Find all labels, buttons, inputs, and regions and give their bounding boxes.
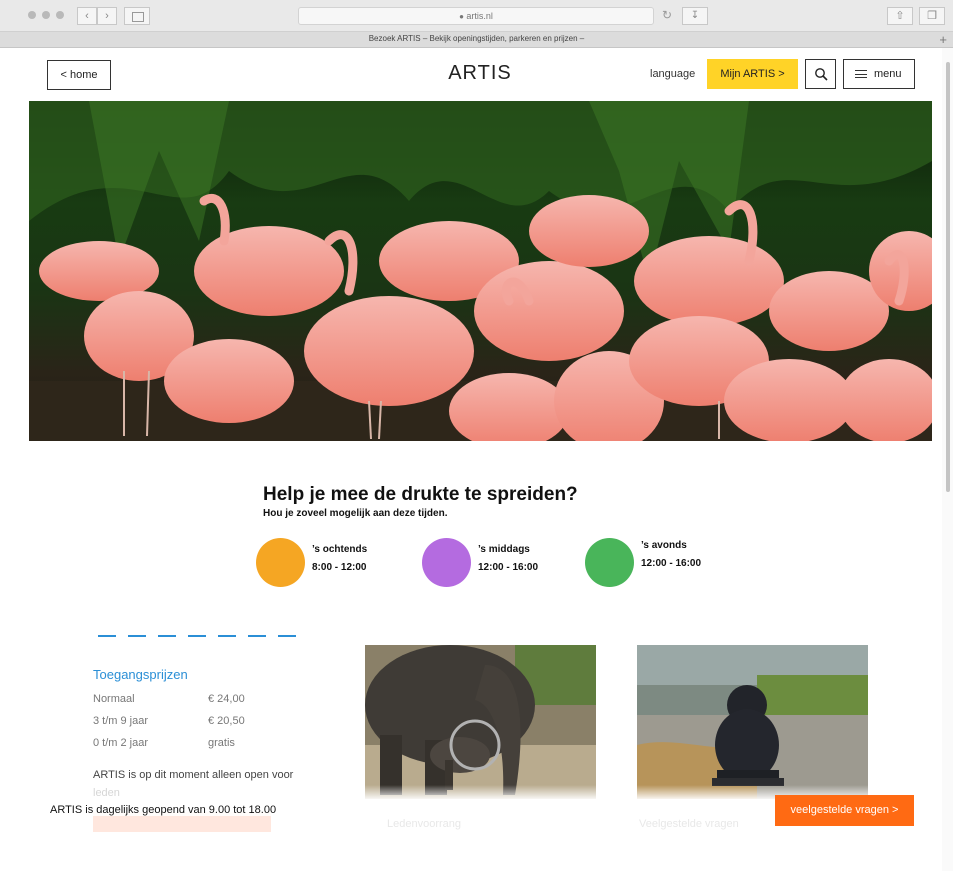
- language-link[interactable]: language: [650, 68, 695, 80]
- members-notice: ARTIS is op dit moment alleen open voor …: [93, 766, 343, 802]
- back-button[interactable]: ‹: [77, 7, 97, 25]
- slot-color-circle: [256, 538, 305, 587]
- faq-button[interactable]: veelgestelde vragen >: [775, 795, 914, 826]
- artis-logo[interactable]: ARTIS: [415, 62, 545, 85]
- tab-bar: Bezoek ARTIS – Bekijk openingstijden, pa…: [0, 32, 953, 48]
- scrollbar-thumb[interactable]: [946, 62, 950, 492]
- slot-time: 8:00 - 12:00: [312, 562, 367, 573]
- card-elephants[interactable]: [365, 645, 596, 799]
- notice-text: ARTIS is op dit moment alleen open voor: [93, 769, 294, 781]
- minimize-window-icon[interactable]: [42, 11, 50, 19]
- card-statue[interactable]: [637, 645, 868, 799]
- price-value: € 20,50: [208, 715, 245, 727]
- web-page: < home ARTIS language Mijn ARTIS > menu: [20, 48, 942, 871]
- slot-color-circle: [422, 538, 471, 587]
- slot-label: ’s middags: [478, 544, 530, 555]
- history-nav: ‹ ›: [77, 7, 117, 25]
- slot-time: 12:00 - 16:00: [641, 558, 702, 569]
- search-icon: [815, 68, 828, 81]
- close-window-icon[interactable]: [28, 11, 36, 19]
- sidebar-toggle-icon[interactable]: [124, 7, 150, 25]
- price-label: 3 t/m 9 jaar: [93, 715, 149, 727]
- price-label: 0 t/m 2 jaar: [93, 737, 149, 749]
- crowd-heading: Help je mee de drukte te spreiden?: [263, 484, 578, 505]
- zoom-window-icon[interactable]: [56, 11, 64, 19]
- mijn-artis-button[interactable]: Mijn ARTIS >: [707, 59, 798, 89]
- card-caption[interactable]: Ledenvoorrang: [387, 818, 461, 830]
- reload-icon[interactable]: ↻: [662, 8, 672, 22]
- slot-time: 12:00 - 16:00: [478, 562, 539, 573]
- prices-heading: Toegangsprijzen: [93, 667, 188, 682]
- crowd-subheading: Hou je zoveel mogelijk aan deze tijden.: [263, 508, 448, 519]
- address-bar[interactable]: ● artis.nl: [298, 7, 654, 25]
- elephant-photo: [365, 645, 596, 799]
- download-icon[interactable]: ↧: [682, 7, 708, 25]
- search-button[interactable]: [805, 59, 836, 89]
- loading-dashes: [98, 635, 296, 637]
- price-value: gratis: [208, 737, 235, 749]
- forward-button[interactable]: ›: [97, 7, 117, 25]
- card-caption[interactable]: Veelgestelde vragen: [639, 818, 739, 830]
- flamingo-photo: [29, 101, 932, 441]
- window-controls[interactable]: [28, 11, 64, 19]
- browser-toolbar: ‹ › ● artis.nl ↻ ↧ ⇧ ❐: [0, 0, 953, 32]
- hamburger-icon: [855, 70, 867, 78]
- new-tab-button[interactable]: +: [939, 32, 947, 47]
- address-text: artis.nl: [466, 11, 493, 21]
- notice-faded-text: leden: [93, 787, 120, 799]
- slot-color-circle: [585, 538, 634, 587]
- lock-icon: ●: [459, 12, 464, 21]
- statue-photo: [637, 645, 868, 799]
- tabs-overview-icon[interactable]: ❐: [919, 7, 945, 25]
- price-label: Normaal: [93, 693, 135, 705]
- slot-label: ’s avonds: [641, 540, 687, 551]
- opening-hours-banner: ARTIS is dagelijks geopend van 9.00 tot …: [50, 804, 277, 816]
- price-value: € 24,00: [208, 693, 245, 705]
- menu-button[interactable]: menu: [843, 59, 915, 89]
- hero-image-flamingos: [29, 101, 932, 441]
- slot-label: ’s ochtends: [312, 544, 368, 555]
- share-icon[interactable]: ⇧: [887, 7, 913, 25]
- home-button[interactable]: < home: [47, 60, 111, 90]
- tab-title[interactable]: Bezoek ARTIS – Bekijk openingstijden, pa…: [0, 34, 953, 43]
- menu-label: menu: [874, 68, 902, 80]
